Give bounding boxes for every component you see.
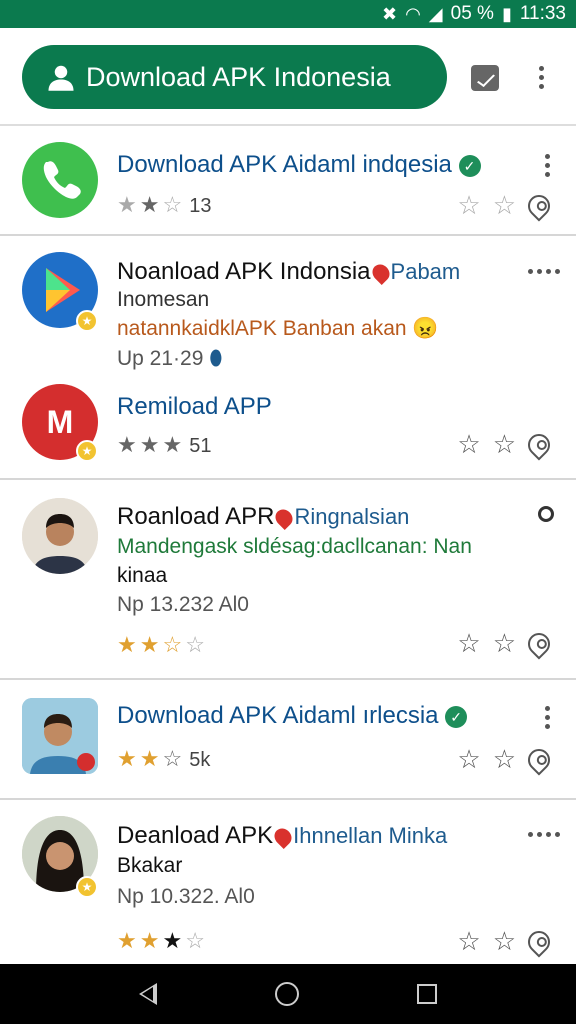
no-signal-icon: ✖ bbox=[381, 3, 398, 24]
more-menu-icon[interactable] bbox=[528, 832, 560, 837]
recents-icon[interactable] bbox=[417, 984, 437, 1004]
phone-app-icon bbox=[22, 142, 98, 218]
system-navigation-bar bbox=[0, 964, 576, 1024]
star-outline-icon[interactable]: ☆ bbox=[493, 926, 516, 957]
avatar bbox=[22, 498, 98, 574]
card-actions: ☆ ☆ bbox=[457, 428, 555, 461]
download-apk-button-label: Download APK Indonesia bbox=[86, 61, 391, 92]
back-icon[interactable] bbox=[139, 983, 157, 1005]
badge-icon: ★ bbox=[76, 310, 98, 332]
star-outline-icon[interactable]: ☆ bbox=[457, 744, 480, 775]
battery-level: 05 % bbox=[450, 3, 494, 24]
verified-icon: ✓ bbox=[458, 154, 481, 177]
star-outline-icon[interactable]: ☆ bbox=[457, 926, 480, 957]
settings-icon[interactable] bbox=[538, 506, 554, 522]
star-outline-icon[interactable]: ☆ bbox=[457, 429, 480, 460]
cell-signal-icon: ◢ bbox=[428, 3, 443, 24]
app-meta: Np 10.322. Al0 bbox=[117, 885, 255, 908]
app-title[interactable]: Deanload APK Ihnnellan Minka bbox=[117, 822, 447, 850]
app-meta: Np 13.232 Al0 bbox=[117, 593, 249, 616]
app-description-cont: kinaa bbox=[117, 564, 168, 587]
app-subtitle: Inomesan bbox=[117, 288, 210, 311]
app-title[interactable]: Noanload APK Indonsia Pabam bbox=[117, 258, 460, 286]
badge-icon: ★ bbox=[76, 876, 98, 898]
badge-icon: ★ bbox=[76, 440, 98, 462]
wifi-icon: ◠ bbox=[405, 3, 421, 24]
card-actions: ☆ ☆ bbox=[457, 743, 555, 776]
rating-stars: ★★☆ 13 bbox=[117, 192, 212, 217]
app-subtitle: Bkakar bbox=[117, 854, 183, 877]
app-title[interactable]: Roanload APR Ringnalsian bbox=[117, 503, 409, 531]
app-card[interactable]: ★ Deanload APK Ihnnellan Minka Bkakar Np … bbox=[0, 800, 576, 964]
card-actions: ☆ ☆ bbox=[457, 925, 555, 958]
star-outline-icon[interactable]: ☆ bbox=[493, 429, 516, 460]
location-pin-icon[interactable] bbox=[523, 428, 555, 461]
app-description: Mandengask sldésag:dacllcanan: Nan bbox=[117, 535, 472, 558]
user-icon bbox=[48, 65, 74, 91]
check-box-icon[interactable] bbox=[471, 65, 499, 91]
location-pin-icon[interactable] bbox=[523, 925, 555, 958]
rating-stars: ★★☆ 5k bbox=[117, 746, 211, 771]
rating-stars: ★★★ 51 bbox=[117, 432, 212, 457]
app-description: natannkaidklAPK Banban akan 😠 bbox=[117, 317, 439, 340]
home-icon[interactable] bbox=[275, 982, 299, 1006]
status-bar: ✖ ◠ ◢ 05 % ▮ 11:33 bbox=[0, 0, 576, 28]
app-meta: Up 21·29 ⬮ bbox=[117, 347, 223, 370]
app-card[interactable]: Roanload APR Ringnalsian Mandengask sldés… bbox=[0, 480, 576, 680]
pin-icon bbox=[368, 260, 393, 285]
pin-icon bbox=[271, 824, 296, 849]
card-actions: ☆ ☆ bbox=[457, 627, 555, 660]
card-actions: ☆ ☆ bbox=[457, 189, 555, 222]
clock: 11:33 bbox=[519, 3, 566, 24]
battery-icon: ▮ bbox=[501, 3, 512, 24]
overflow-menu-icon[interactable] bbox=[545, 154, 550, 177]
star-outline-icon[interactable]: ☆ bbox=[457, 190, 480, 221]
pin-icon bbox=[272, 505, 297, 530]
app-title[interactable]: Download APK Aidaml indqesia ✓ bbox=[117, 151, 481, 179]
download-apk-button[interactable]: Download APK Indonesia bbox=[22, 45, 447, 109]
location-pin-icon[interactable] bbox=[523, 189, 555, 222]
shield-icon: ⬮ bbox=[209, 347, 223, 370]
rating-stars: ★★☆☆ bbox=[117, 632, 208, 657]
app-card[interactable]: ★ Noanload APK Indonsia Pabam Inomesan na… bbox=[0, 236, 576, 480]
more-menu-icon[interactable] bbox=[528, 269, 560, 274]
emoji-icon: 😠 bbox=[412, 317, 439, 340]
verified-icon: ✓ bbox=[445, 705, 468, 728]
location-pin-icon[interactable] bbox=[523, 627, 555, 660]
overflow-menu-icon[interactable] bbox=[545, 706, 550, 729]
location-pin-icon[interactable] bbox=[523, 743, 555, 776]
app-card[interactable]: Download APK Aidaml ırlecsia ✓ ★★☆ 5k ☆ ☆ bbox=[0, 680, 576, 800]
app-title[interactable]: Download APK Aidaml ırlecsia ✓ bbox=[117, 702, 468, 730]
star-outline-icon[interactable]: ☆ bbox=[493, 190, 516, 221]
app-thumbnail bbox=[22, 698, 98, 774]
overflow-menu-icon[interactable] bbox=[539, 66, 544, 89]
star-outline-icon[interactable]: ☆ bbox=[493, 744, 516, 775]
star-outline-icon[interactable]: ☆ bbox=[457, 628, 480, 659]
app-title[interactable]: Remiload APP bbox=[117, 393, 272, 421]
top-app-bar: Download APK Indonesia bbox=[0, 28, 576, 126]
rating-stars: ★★★☆ bbox=[117, 928, 208, 953]
app-card[interactable]: Download APK Aidaml indqesia ✓ ★★☆ 13 ☆ ☆ bbox=[0, 126, 576, 236]
star-outline-icon[interactable]: ☆ bbox=[493, 628, 516, 659]
